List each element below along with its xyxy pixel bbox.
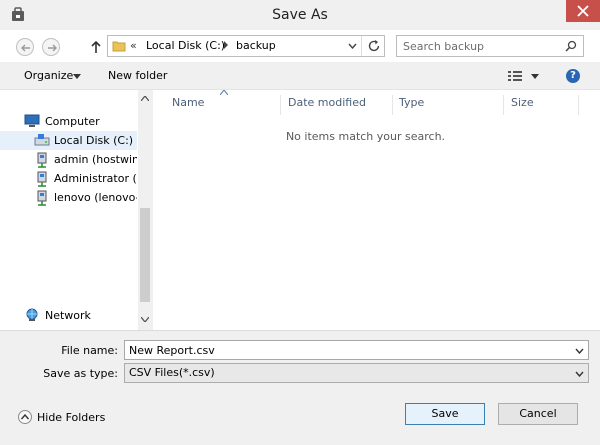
save-type-label: Save as type: <box>43 367 118 380</box>
nav-item-label: lenovo (lenovo-p <box>54 191 137 204</box>
column-divider[interactable] <box>578 95 579 115</box>
network-drive-icon <box>37 171 47 187</box>
back-button[interactable] <box>16 38 34 56</box>
nav-item-computer[interactable]: Computer <box>0 112 137 131</box>
close-icon <box>577 5 589 17</box>
help-button[interactable]: ? <box>566 69 580 83</box>
network-drive-icon <box>37 152 47 168</box>
chevron-down-icon[interactable] <box>575 348 584 354</box>
chevron-down-icon[interactable] <box>348 43 357 49</box>
up-arrow-icon[interactable] <box>88 39 104 55</box>
search-input[interactable] <box>403 38 553 54</box>
file-name-input[interactable] <box>129 343 559 358</box>
chevron-up-circle-icon[interactable] <box>18 410 32 424</box>
search-icon[interactable] <box>565 40 577 52</box>
column-header-date-modified[interactable]: Date modified <box>288 96 366 109</box>
command-toolbar: Organize New folder ? <box>0 62 600 90</box>
file-name-label: File name: <box>61 344 118 357</box>
address-overflow[interactable]: « <box>130 39 137 52</box>
new-folder-button[interactable]: New folder <box>108 69 167 82</box>
computer-icon <box>24 114 40 127</box>
address-divider <box>361 36 362 56</box>
chevron-down-icon[interactable] <box>575 371 584 377</box>
forward-button[interactable] <box>42 38 60 56</box>
nav-item-lenovo[interactable]: lenovo (lenovo-p <box>0 188 137 207</box>
column-header-name[interactable]: Name <box>172 96 204 109</box>
nav-item-local-disk[interactable]: Local Disk (C:) <box>0 131 137 150</box>
network-icon <box>26 308 38 321</box>
nav-item-network[interactable]: Network <box>0 306 137 325</box>
navigation-scrollbar[interactable] <box>138 90 152 330</box>
search-box[interactable] <box>396 35 584 57</box>
view-dropdown-icon[interactable] <box>531 74 539 79</box>
nav-item-label: Computer <box>45 115 100 128</box>
column-header-type[interactable]: Type <box>399 96 424 109</box>
drive-icon <box>34 134 50 146</box>
network-drive-icon <box>37 190 47 206</box>
hide-folders-label[interactable]: Hide Folders <box>37 411 105 424</box>
column-divider[interactable] <box>280 95 281 115</box>
save-button[interactable]: Save <box>405 403 485 425</box>
address-segment-drive[interactable]: Local Disk (C:) <box>146 39 225 52</box>
window-title: Save As <box>272 7 328 23</box>
column-divider[interactable] <box>503 95 504 115</box>
address-bar[interactable]: « Local Disk (C:) backup <box>107 35 385 57</box>
address-row: « Local Disk (C:) backup <box>0 30 600 62</box>
save-form: File name: Save as type: CSV Files(*.csv… <box>0 330 600 445</box>
column-divider[interactable] <box>392 95 393 115</box>
save-type-select[interactable]: CSV Files(*.csv) <box>124 363 589 383</box>
refresh-icon[interactable] <box>366 38 382 54</box>
forward-arrow-icon <box>48 44 57 52</box>
scrollbar-thumb[interactable] <box>140 208 150 302</box>
sort-ascending-icon <box>220 90 228 95</box>
save-type-value: CSV Files(*.csv) <box>129 366 215 379</box>
empty-message: No items match your search. <box>285 130 446 143</box>
nav-item-administrator[interactable]: Administrator (ra <box>0 169 137 188</box>
nav-item-label: Local Disk (C:) <box>54 134 134 147</box>
chevron-right-icon[interactable] <box>222 40 230 50</box>
close-button[interactable] <box>566 0 600 22</box>
address-segment-folder[interactable]: backup <box>236 39 276 52</box>
file-list-pane: Name Date modified Type Size No items ma… <box>153 90 600 330</box>
nav-item-label: Administrator (ra <box>54 172 137 185</box>
scroll-down-icon[interactable] <box>141 317 149 322</box>
cancel-button[interactable]: Cancel <box>498 403 578 425</box>
organize-menu[interactable]: Organize <box>24 69 73 82</box>
scroll-up-icon[interactable] <box>141 96 149 101</box>
folder-icon <box>112 41 126 52</box>
back-arrow-icon <box>21 44 30 52</box>
nav-item-label: admin (hostwin8 <box>54 153 137 166</box>
column-header-size[interactable]: Size <box>511 96 534 109</box>
file-name-field[interactable] <box>124 340 589 360</box>
title-bar: Save As <box>0 0 600 30</box>
view-options-icon[interactable] <box>508 71 522 81</box>
save-as-dialog: Save As « Local Disk (C:) backup Search … <box>0 0 600 445</box>
nav-item-label: Network <box>45 309 91 322</box>
dropdown-arrow-icon[interactable] <box>73 74 81 79</box>
navigation-pane: Computer Local Disk (C:) admin (hostwin8… <box>0 90 152 330</box>
nav-item-admin[interactable]: admin (hostwin8 <box>0 150 137 169</box>
